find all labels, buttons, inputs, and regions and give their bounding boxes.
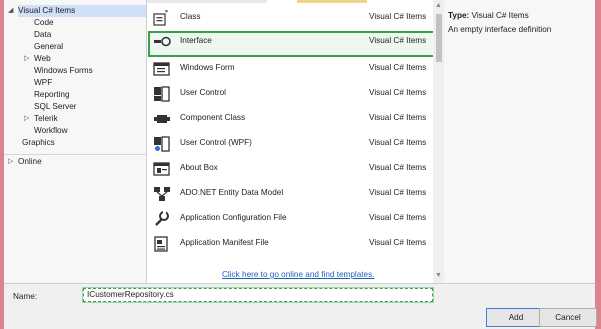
scroll-up-icon[interactable]: ▲ <box>435 2 442 9</box>
template-list: Class Visual C# Items Interface Visual C… <box>147 0 433 283</box>
bottom-divider <box>4 283 595 284</box>
template-item-ado-net-entity-data-model[interactable]: ADO.NET Entity Data Model Visual C# Item… <box>147 181 427 207</box>
windows-form-icon <box>153 61 171 77</box>
collapsed-arrow-icon[interactable]: ▷ <box>8 156 13 168</box>
tree-item-workflow[interactable]: Workflow <box>34 125 68 137</box>
entity-model-icon <box>153 186 171 202</box>
tree-item-data[interactable]: Data <box>34 29 51 41</box>
interface-icon <box>153 34 171 50</box>
template-list-scrollbar[interactable]: ▲ ▼ <box>434 0 444 283</box>
template-type: Type: Visual C# Items <box>448 11 529 20</box>
template-item-application-manifest-file[interactable]: Application Manifest File Visual C# Item… <box>147 231 427 257</box>
tree-item-web[interactable]: ▷ Web <box>24 53 51 65</box>
template-item-component-class[interactable]: Component Class Visual C# Items <box>147 106 427 132</box>
category-tree: ◢ Visual C# Items Code Data General ▷ We… <box>4 0 147 283</box>
scrollbar-thumb[interactable] <box>436 14 442 62</box>
tree-item-visual-csharp-items[interactable]: ◢ Visual C# Items <box>8 5 146 17</box>
type-label: Type: <box>448 11 470 20</box>
template-item-class[interactable]: Class Visual C# Items <box>147 5 427 31</box>
tree-item-graphics[interactable]: Graphics <box>22 137 55 149</box>
about-box-icon <box>153 161 171 177</box>
class-icon <box>153 9 171 26</box>
template-item-windows-form[interactable]: Windows Form Visual C# Items <box>147 56 427 82</box>
add-new-item-dialog: ◢ Visual C# Items Code Data General ▷ We… <box>4 0 597 329</box>
template-item-user-control[interactable]: User Control Visual C# Items <box>147 81 427 107</box>
add-button[interactable]: Add <box>486 308 546 327</box>
collapsed-arrow-icon[interactable]: ▷ <box>24 53 29 65</box>
tree-item-online[interactable]: ▷ Online <box>8 156 42 168</box>
collapsed-arrow-icon[interactable]: ▷ <box>24 113 29 125</box>
template-description: An empty interface definition <box>448 25 552 34</box>
tree-item-telerik[interactable]: ▷ Telerik <box>24 113 58 125</box>
scroll-down-icon[interactable]: ▼ <box>435 272 442 279</box>
cancel-button[interactable]: Cancel <box>539 308 597 327</box>
expanded-arrow-icon: ◢ <box>8 7 14 14</box>
manifest-file-icon <box>153 236 171 252</box>
tree-item-windows-forms[interactable]: Windows Forms <box>34 65 93 77</box>
tree-item-code[interactable]: Code <box>34 17 54 29</box>
template-item-interface[interactable]: Interface Visual C# Items <box>147 31 433 57</box>
type-value: Visual C# Items <box>471 11 529 20</box>
template-info-panel: Type: Visual C# Items An empty interface… <box>444 0 595 283</box>
tree-item-general[interactable]: General <box>34 41 63 53</box>
tree-divider <box>4 154 146 155</box>
wpf-user-control-icon <box>153 136 171 152</box>
tree-item-reporting[interactable]: Reporting <box>34 89 70 101</box>
tree-item-wpf[interactable]: WPF <box>34 77 52 89</box>
find-templates-online-link[interactable]: Click here to go online and find templat… <box>222 270 374 279</box>
header-strip-accent <box>297 0 367 3</box>
config-file-icon <box>153 211 171 227</box>
user-control-icon <box>153 86 171 102</box>
template-item-about-box[interactable]: About Box Visual C# Items <box>147 156 427 182</box>
template-item-application-configuration-file[interactable]: Application Configuration File Visual C#… <box>147 206 427 232</box>
component-class-icon <box>153 111 171 127</box>
template-item-user-control-wpf[interactable]: User Control (WPF) Visual C# Items <box>147 131 427 157</box>
name-label: Name: <box>13 292 38 301</box>
tree-item-sql-server[interactable]: SQL Server <box>34 101 76 113</box>
file-name-input[interactable] <box>82 287 434 303</box>
header-strip <box>147 0 267 3</box>
